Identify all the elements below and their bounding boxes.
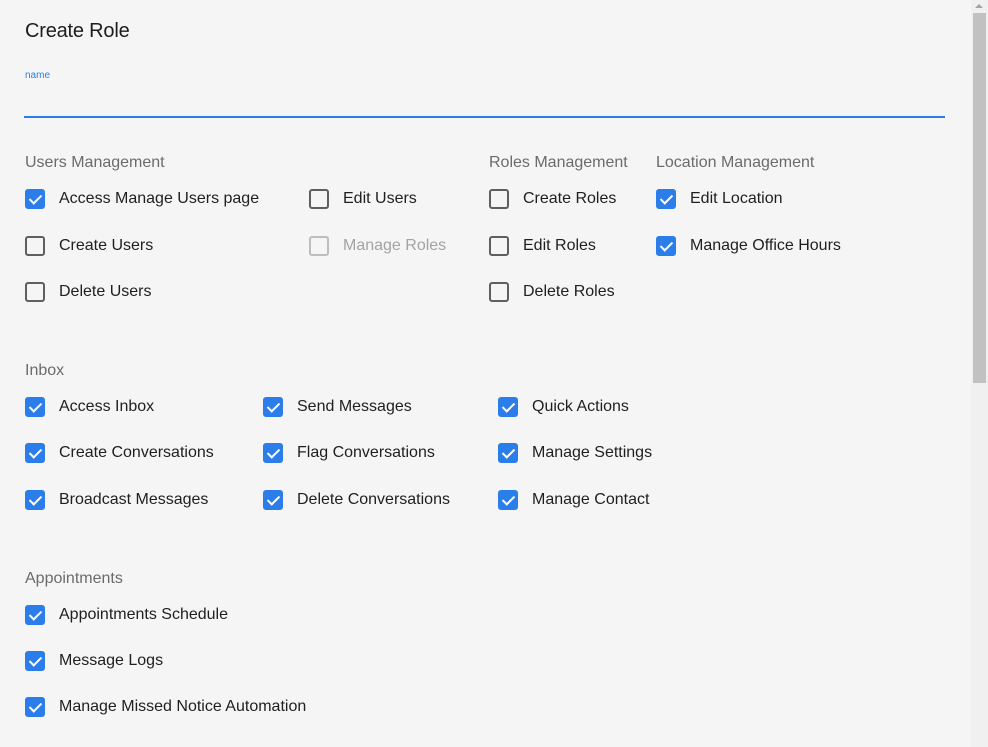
- checkbox-manage-contact[interactable]: Manage Contact: [498, 489, 649, 511]
- checkbox-manage-roles: Manage Roles: [309, 235, 446, 257]
- checkbox-icon[interactable]: [489, 282, 509, 302]
- section-title-users-management: Users Management: [25, 154, 165, 171]
- checkbox-label: Create Users: [59, 237, 154, 254]
- checkbox-label: Edit Roles: [523, 237, 596, 254]
- checkbox-access-inbox[interactable]: Access Inbox: [25, 396, 154, 418]
- checkbox-icon[interactable]: [25, 697, 45, 717]
- checkbox-broadcast-messages[interactable]: Broadcast Messages: [25, 489, 208, 511]
- checkbox-label: Create Conversations: [59, 444, 214, 461]
- checkbox-label: Flag Conversations: [297, 444, 435, 461]
- checkbox-icon[interactable]: [263, 443, 283, 463]
- checkbox-flag-conversations[interactable]: Flag Conversations: [263, 442, 435, 464]
- checkbox-delete-roles[interactable]: Delete Roles: [489, 281, 615, 303]
- checkbox-label: Edit Location: [690, 190, 783, 207]
- page-title: Create Role: [25, 20, 130, 42]
- checkbox-create-users[interactable]: Create Users: [25, 235, 153, 257]
- create-role-page: Create Role name Users Management Access…: [0, 0, 971, 747]
- checkbox-label: Delete Users: [59, 283, 152, 300]
- checkbox-icon[interactable]: [656, 189, 676, 209]
- scrollbar-thumb[interactable]: [973, 13, 986, 383]
- section-title-roles-management: Roles Management: [489, 154, 628, 171]
- vertical-scrollbar[interactable]: [971, 0, 988, 747]
- checkbox-send-messages[interactable]: Send Messages: [263, 396, 412, 418]
- checkbox-delete-conversations[interactable]: Delete Conversations: [263, 489, 450, 511]
- checkbox-icon: [309, 236, 329, 256]
- checkbox-icon[interactable]: [498, 443, 518, 463]
- checkbox-icon[interactable]: [25, 236, 45, 256]
- checkbox-label: Manage Office Hours: [690, 237, 841, 254]
- checkbox-edit-users[interactable]: Edit Users: [309, 188, 417, 210]
- checkbox-appointments-schedule[interactable]: Appointments Schedule: [25, 604, 228, 626]
- checkbox-delete-users[interactable]: Delete Users: [25, 281, 151, 303]
- checkbox-edit-location[interactable]: Edit Location: [656, 188, 783, 210]
- checkbox-label: Manage Missed Notice Automation: [59, 698, 307, 715]
- checkbox-quick-actions[interactable]: Quick Actions: [498, 396, 629, 418]
- checkbox-label: Manage Roles: [343, 237, 447, 254]
- checkbox-icon[interactable]: [25, 605, 45, 625]
- checkbox-edit-roles[interactable]: Edit Roles: [489, 235, 596, 257]
- checkbox-label: Send Messages: [297, 398, 412, 415]
- scroll-up-arrow-icon[interactable]: [971, 0, 988, 13]
- checkbox-label: Access Manage Users page: [59, 190, 260, 207]
- checkbox-access-manage-users-page[interactable]: Access Manage Users page: [25, 188, 259, 210]
- checkbox-label: Delete Conversations: [297, 491, 450, 508]
- checkbox-create-roles[interactable]: Create Roles: [489, 188, 616, 210]
- checkbox-manage-office-hours[interactable]: Manage Office Hours: [656, 235, 841, 257]
- checkbox-label: Quick Actions: [532, 398, 629, 415]
- checkbox-label: Message Logs: [59, 652, 164, 669]
- name-field-label: name: [25, 70, 51, 81]
- checkbox-icon[interactable]: [263, 490, 283, 510]
- name-input[interactable]: [24, 86, 945, 118]
- checkbox-label: Manage Settings: [532, 444, 653, 461]
- checkbox-icon[interactable]: [25, 651, 45, 671]
- checkbox-icon[interactable]: [25, 282, 45, 302]
- checkbox-icon[interactable]: [25, 490, 45, 510]
- checkbox-icon[interactable]: [309, 189, 329, 209]
- checkbox-label: Delete Roles: [523, 283, 615, 300]
- checkbox-label: Manage Contact: [532, 491, 650, 508]
- checkbox-icon[interactable]: [656, 236, 676, 256]
- checkbox-manage-missed-notice-automation[interactable]: Manage Missed Notice Automation: [25, 696, 306, 718]
- checkbox-label: Access Inbox: [59, 398, 155, 415]
- checkbox-icon[interactable]: [25, 189, 45, 209]
- checkbox-label: Edit Users: [343, 190, 417, 207]
- section-title-appointments: Appointments: [25, 570, 123, 587]
- checkbox-message-logs[interactable]: Message Logs: [25, 650, 163, 672]
- checkbox-icon[interactable]: [25, 443, 45, 463]
- checkbox-label: Create Roles: [523, 190, 617, 207]
- section-title-location-management: Location Management: [656, 154, 815, 171]
- checkbox-label: Broadcast Messages: [59, 491, 209, 508]
- checkbox-icon[interactable]: [498, 397, 518, 417]
- checkbox-label: Appointments Schedule: [59, 606, 228, 623]
- section-title-inbox: Inbox: [25, 362, 65, 379]
- checkbox-manage-settings[interactable]: Manage Settings: [498, 442, 652, 464]
- checkbox-create-conversations[interactable]: Create Conversations: [25, 442, 214, 464]
- checkbox-icon[interactable]: [263, 397, 283, 417]
- checkbox-icon[interactable]: [489, 189, 509, 209]
- checkbox-icon[interactable]: [25, 397, 45, 417]
- checkbox-icon[interactable]: [498, 490, 518, 510]
- checkbox-icon[interactable]: [489, 236, 509, 256]
